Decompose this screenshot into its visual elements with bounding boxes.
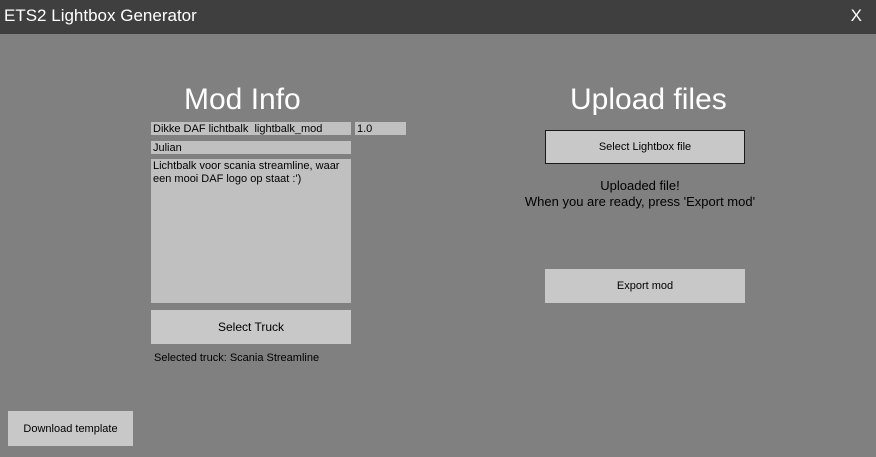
mod-name-input[interactable] [151, 122, 351, 135]
export-mod-button[interactable]: Export mod [545, 269, 745, 303]
title-bar[interactable]: ETS2 Lightbox Generator X [0, 0, 876, 34]
window-title: ETS2 Lightbox Generator [4, 6, 197, 25]
select-lightbox-file-button[interactable]: Select Lightbox file [545, 130, 745, 164]
mod-version-input[interactable] [355, 122, 406, 135]
app-window: ETS2 Lightbox Generator X Mod Info Licht… [0, 0, 876, 457]
close-icon[interactable]: X [851, 6, 862, 26]
download-template-button[interactable]: Download template [8, 411, 133, 446]
selected-truck-text: Selected truck: Scania Streamline [154, 352, 320, 364]
mod-info-heading: Mod Info [184, 83, 301, 116]
upload-status-line-1: Uploaded file! [600, 178, 680, 193]
select-truck-button[interactable]: Select Truck [151, 310, 351, 344]
author-input[interactable] [151, 141, 351, 154]
upload-status-line-2: When you are ready, press 'Export mod' [524, 194, 756, 209]
upload-files-heading: Upload files [570, 83, 727, 116]
description-textarea[interactable]: Lichtbalk voor scania streamline, waar e… [151, 159, 351, 303]
